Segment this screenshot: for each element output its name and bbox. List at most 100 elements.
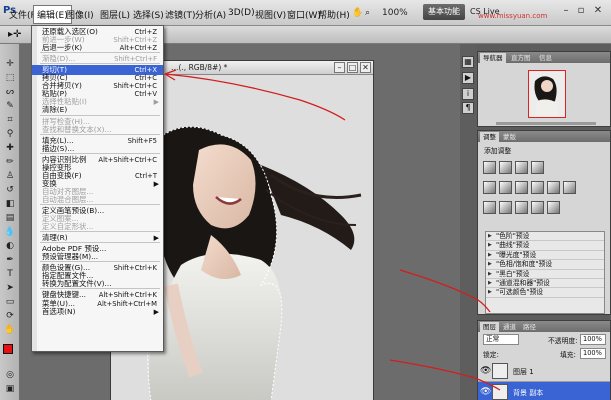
menu-layer[interactable]: 图层(L) xyxy=(100,8,130,21)
watermark: www.missyuan.com xyxy=(478,12,548,20)
lock-label: 锁定: xyxy=(483,351,499,359)
navigator-zoom-slider[interactable] xyxy=(496,122,596,125)
fill-input[interactable]: 100% xyxy=(580,348,606,359)
blur-tool-icon[interactable]: 💧 xyxy=(3,226,17,238)
invert-icon[interactable] xyxy=(483,201,496,214)
eraser-tool-icon[interactable]: ◧ xyxy=(3,198,17,210)
move-tool-icon[interactable]: ✛ xyxy=(3,58,17,70)
curves-icon[interactable] xyxy=(515,161,528,174)
quick-select-tool-icon[interactable]: ✎ xyxy=(3,100,17,112)
quick-mask-icon[interactable]: ◎ xyxy=(3,369,17,381)
history-brush-icon[interactable]: ↺ xyxy=(3,184,17,196)
black-white-icon[interactable] xyxy=(531,181,544,194)
move-tool-icon[interactable]: ▸✛ xyxy=(8,29,21,40)
opacity-input[interactable]: 100% xyxy=(580,334,606,345)
eye-icon[interactable]: 👁 xyxy=(480,366,491,376)
panel-icon-dock: ▦ ▶ i ¶ xyxy=(460,44,477,400)
dodge-tool-icon[interactable]: ◐ xyxy=(3,240,17,252)
zoom-icon[interactable]: ⌕ xyxy=(365,8,370,18)
healing-brush-icon[interactable]: ✚ xyxy=(3,142,17,154)
preset-selective-color[interactable]: "可选颜色"预设 xyxy=(486,288,604,298)
menu-separator xyxy=(40,114,160,116)
lasso-tool-icon[interactable]: ᔕ xyxy=(3,86,17,98)
hand-tool-icon[interactable]: ✋ xyxy=(3,324,17,336)
tab-layers[interactable]: 图层 xyxy=(480,322,499,332)
workspace-button[interactable]: 基本功能 xyxy=(423,4,465,20)
brightness-icon[interactable] xyxy=(483,161,496,174)
preset-levels[interactable]: "色阶"预设 xyxy=(486,232,604,242)
threshold-icon[interactable] xyxy=(515,201,528,214)
preset-channel-mixer[interactable]: "通道混和器"预设 xyxy=(486,279,604,289)
tab-info[interactable]: 信息 xyxy=(536,53,555,63)
minimize-icon[interactable]: – xyxy=(560,6,572,18)
restore-icon[interactable]: ▫ xyxy=(575,6,587,18)
type-tool-icon[interactable]: T xyxy=(3,268,17,280)
doc-close-icon[interactable]: ✕ xyxy=(360,62,371,73)
menu-help[interactable]: 帮助(H) xyxy=(318,8,350,21)
menu-view[interactable]: 视图(V) xyxy=(255,8,286,21)
menu-filter[interactable]: 滤镜(T) xyxy=(165,8,196,21)
marquee-tool-icon[interactable]: ⬚ xyxy=(3,72,17,84)
crop-tool-icon[interactable]: ⌗ xyxy=(3,114,17,126)
doc-restore-icon[interactable]: □ xyxy=(347,62,358,73)
selective-color-icon[interactable] xyxy=(547,201,560,214)
preset-curves[interactable]: "曲线"预设 xyxy=(486,241,604,251)
hue-saturation-icon[interactable] xyxy=(499,181,512,194)
exposure-icon[interactable] xyxy=(531,161,544,174)
brush-tool-icon[interactable]: ✏ xyxy=(3,156,17,168)
channel-mixer-icon[interactable] xyxy=(563,181,576,194)
color-balance-icon[interactable] xyxy=(515,181,528,194)
history-icon[interactable]: ▦ xyxy=(462,56,474,68)
menu-separator xyxy=(40,242,160,244)
levels-icon[interactable] xyxy=(499,161,512,174)
clone-stamp-icon[interactable]: ♙ xyxy=(3,170,17,182)
layer-thumbnail xyxy=(492,363,508,379)
edit-menu-item[interactable]: 首选项(N) ▶ xyxy=(32,307,163,317)
close-icon[interactable]: ✕ xyxy=(592,6,604,18)
adjustments-panel: 调整 蒙版 添加调整 "色阶"预设 "曲线"预设 "曝光度"预设 "色相/饱和度… xyxy=(477,130,611,315)
preset-black-white[interactable]: "黑白"预设 xyxy=(486,270,604,279)
layer-name: 背景 副本 xyxy=(513,389,544,397)
preset-hue-saturation[interactable]: "色相/饱和度"预设 xyxy=(486,260,604,270)
tab-histogram[interactable]: 直方图 xyxy=(508,53,534,63)
adjustment-presets-list: "色阶"预设 "曲线"预设 "曝光度"预设 "色相/饱和度"预设 "黑白"预设 … xyxy=(485,231,605,314)
shape-tool-icon[interactable]: ▭ xyxy=(3,296,17,308)
menu-image[interactable]: 图像(I) xyxy=(66,8,94,21)
info-icon[interactable]: i xyxy=(462,88,474,100)
gradient-tool-icon[interactable]: ▤ xyxy=(3,212,17,224)
preset-exposure[interactable]: "曝光度"预设 xyxy=(486,251,604,261)
tab-paths[interactable]: 路径 xyxy=(520,322,539,332)
foreground-color-swatch[interactable] xyxy=(3,344,13,354)
tools-panel: ✛ ⬚ ᔕ ✎ ⌗ ⚲ ✚ ✏ ♙ ↺ ◧ ▤ 💧 ◐ ✒ T ➤ ▭ ⟳ ✋ … xyxy=(0,44,20,400)
menu-3d[interactable]: 3D(D) xyxy=(228,8,255,18)
3d-rotate-icon[interactable]: ⟳ xyxy=(3,310,17,322)
eyedropper-tool-icon[interactable]: ⚲ xyxy=(3,128,17,140)
vibrance-icon[interactable] xyxy=(483,181,496,194)
actions-icon[interactable]: ▶ xyxy=(462,72,474,84)
layer-row-layer-1[interactable]: 👁 图层 1 xyxy=(478,361,610,382)
tab-adjustments[interactable]: 调整 xyxy=(480,132,499,142)
photo-filter-icon[interactable] xyxy=(547,181,560,194)
pen-tool-icon[interactable]: ✒ xyxy=(3,254,17,266)
tab-navigator[interactable]: 导航器 xyxy=(480,53,506,63)
zoom-level[interactable]: 100% xyxy=(382,8,408,18)
doc-minimize-icon[interactable]: – xyxy=(334,62,345,73)
posterize-icon[interactable] xyxy=(499,201,512,214)
menu-select[interactable]: 选择(S) xyxy=(133,8,164,21)
layer-row-background-copy[interactable]: 👁 背景 副本 xyxy=(478,382,610,400)
menu-separator xyxy=(40,63,160,65)
menu-analysis[interactable]: 分析(A) xyxy=(195,8,226,21)
navigator-thumbnail[interactable] xyxy=(528,70,566,118)
eye-icon[interactable]: 👁 xyxy=(480,387,491,397)
tab-masks[interactable]: 蒙版 xyxy=(500,132,519,142)
path-select-icon[interactable]: ➤ xyxy=(3,282,17,294)
menu-separator xyxy=(40,152,160,154)
menu-window[interactable]: 窗口(W) xyxy=(287,8,321,21)
paragraph-icon[interactable]: ¶ xyxy=(462,102,474,114)
hand-icon[interactable]: ✋ xyxy=(352,8,363,18)
layers-tabs: 图层 通道 路径 xyxy=(478,321,610,332)
gradient-map-icon[interactable] xyxy=(531,201,544,214)
tab-channels[interactable]: 通道 xyxy=(500,322,519,332)
blend-mode-select[interactable]: 正常 xyxy=(483,334,519,345)
screen-mode-icon[interactable]: ▣ xyxy=(3,383,17,395)
